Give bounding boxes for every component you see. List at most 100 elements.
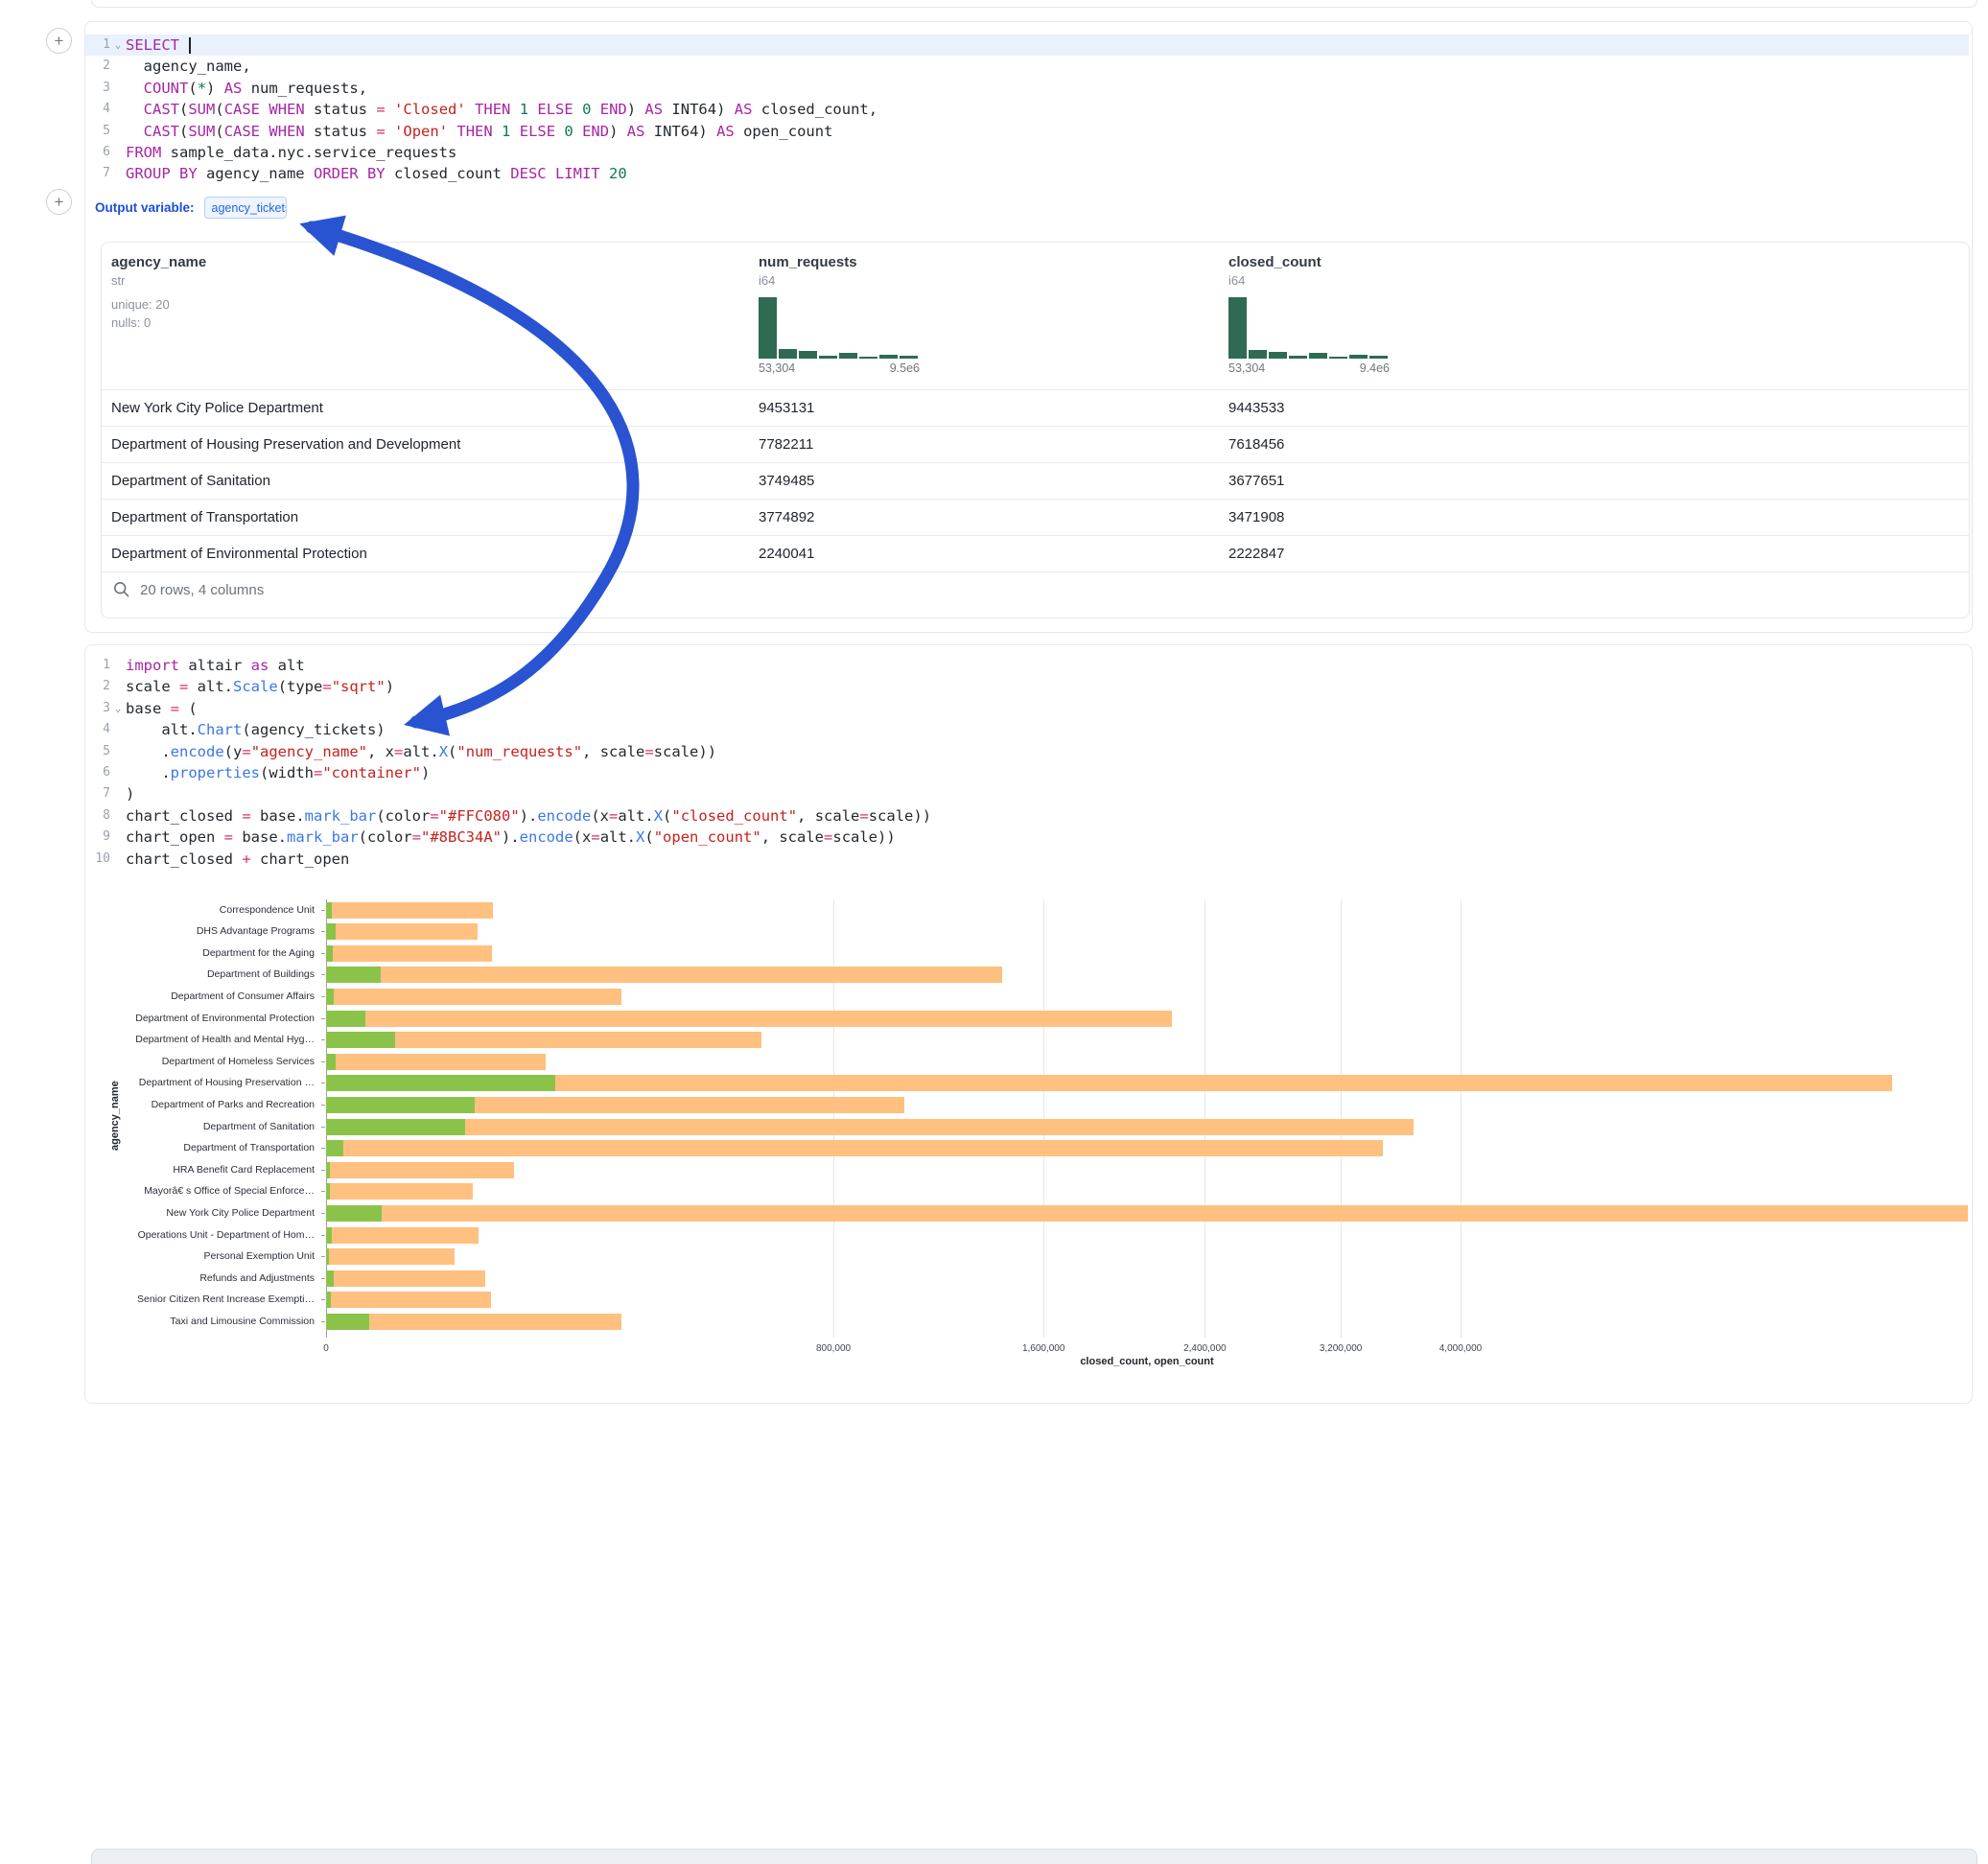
- bar-closed-count: [326, 1205, 1968, 1222]
- table-row[interactable]: Department of Sanitation37494853677651: [102, 462, 1969, 499]
- table-row[interactable]: Department of Environmental Protection22…: [102, 535, 1969, 571]
- code-line[interactable]: 2 agency_name,: [85, 56, 1969, 77]
- fold-gutter: [110, 783, 126, 804]
- code-line[interactable]: 9chart_open = base.mark_bar(color="#8BC3…: [85, 827, 1969, 848]
- sql-code-editor[interactable]: 1⌄SELECT 2 agency_name,3 COUNT(*) AS num…: [85, 35, 1969, 185]
- output-variable-chip[interactable]: agency_tickets: [204, 197, 287, 219]
- line-number: 3: [85, 698, 110, 719]
- line-number: 4: [85, 719, 110, 740]
- histogram-bar: [1369, 356, 1388, 359]
- histogram-bar: [1309, 353, 1327, 359]
- column-name: num_requests: [759, 254, 922, 270]
- bar-open-count: [326, 1270, 334, 1287]
- y-tick: [321, 1213, 325, 1214]
- fold-gutter: [110, 762, 126, 783]
- code-line[interactable]: 8chart_closed = base.mark_bar(color="#FF…: [85, 805, 1969, 827]
- code-line[interactable]: 7): [85, 783, 1969, 804]
- line-number: 6: [85, 762, 110, 783]
- code-text: GROUP BY agency_name ORDER BY closed_cou…: [126, 163, 1969, 184]
- add-cell-button-output[interactable]: +: [46, 189, 72, 215]
- table-cell: 2240041: [759, 536, 1123, 571]
- code-line[interactable]: 6 .properties(width="container"): [85, 762, 1969, 783]
- histogram-bar: [859, 357, 877, 359]
- bar-open-count: [326, 1097, 475, 1113]
- line-number: 6: [85, 142, 110, 163]
- table-row[interactable]: New York City Police Department945313194…: [102, 389, 1969, 426]
- category-label: Department of Homeless Services: [96, 1056, 315, 1067]
- category-label: Refunds and Adjustments: [96, 1272, 315, 1284]
- bar-open-count: [326, 923, 336, 940]
- results-table: agency_name str unique: 20 nulls: 0 num_…: [101, 242, 1970, 618]
- bar-open-count: [326, 902, 332, 919]
- histogram-bar: [759, 297, 777, 359]
- notebook-page: + + 1⌄SELECT 2 agency_name,3 COUNT(*) AS…: [0, 0, 1988, 1864]
- category-label: Department of Consumer Affairs: [96, 990, 315, 1002]
- code-line[interactable]: 3 COUNT(*) AS num_requests,: [85, 78, 1969, 99]
- fold-gutter: [110, 121, 126, 142]
- code-line[interactable]: 5 CAST(SUM(CASE WHEN status = 'Open' THE…: [85, 121, 1969, 142]
- code-line[interactable]: 7GROUP BY agency_name ORDER BY closed_co…: [85, 163, 1969, 184]
- next-cell-edge: [91, 1849, 1977, 1864]
- fold-gutter: [110, 849, 126, 870]
- output-variable-label: Output variable:: [95, 200, 195, 215]
- bar-closed-count: [326, 1270, 485, 1287]
- line-number: 5: [85, 121, 110, 142]
- code-line[interactable]: 1import altair as alt: [85, 655, 1969, 676]
- line-number: 10: [85, 849, 110, 870]
- y-tick: [321, 1039, 325, 1040]
- line-number: 4: [85, 99, 110, 120]
- category-label: HRA Benefit Card Replacement: [96, 1164, 315, 1176]
- code-line[interactable]: 4 CAST(SUM(CASE WHEN status = 'Closed' T…: [85, 99, 1969, 120]
- table-row[interactable]: Department of Housing Preservation and D…: [102, 426, 1969, 462]
- fold-chevron-icon[interactable]: ⌄: [110, 35, 126, 56]
- table-body: New York City Police Department945313194…: [102, 389, 1969, 572]
- code-line[interactable]: 1⌄SELECT: [85, 35, 1969, 56]
- y-tick: [321, 1191, 325, 1192]
- line-number: 7: [85, 783, 110, 804]
- histogram-bar: [799, 351, 817, 359]
- search-icon[interactable]: [113, 581, 130, 598]
- line-number: 8: [85, 805, 110, 827]
- bar-closed-count: [326, 1292, 491, 1308]
- fold-chevron-icon[interactable]: ⌄: [110, 698, 126, 719]
- fold-gutter: [110, 676, 126, 697]
- fold-gutter: [110, 741, 126, 762]
- y-tick: [321, 1278, 325, 1279]
- fold-gutter: [110, 142, 126, 163]
- histogram-bar: [1249, 350, 1267, 359]
- histogram-bar: [1329, 357, 1347, 359]
- y-tick: [321, 1148, 325, 1149]
- bar-closed-count: [326, 1183, 473, 1200]
- histogram-max-label: 9.4e6: [1360, 361, 1390, 375]
- x-axis-title: closed_count, open_count: [326, 1356, 1968, 1367]
- column-header-num-requests[interactable]: num_requests i64 53,304 9.5e6: [759, 254, 922, 375]
- code-line[interactable]: 4 alt.Chart(agency_tickets): [85, 719, 1969, 740]
- code-line[interactable]: 3⌄base = (: [85, 698, 1969, 719]
- table-cell: 3471908: [1228, 500, 1593, 535]
- fold-gutter: [110, 163, 126, 184]
- bar-open-count: [326, 1248, 329, 1265]
- table-cell: 3677651: [1228, 463, 1593, 499]
- category-label: Department of Housing Preservation …: [96, 1077, 315, 1088]
- add-cell-button-top[interactable]: +: [46, 28, 72, 54]
- bar-open-count: [326, 1292, 331, 1308]
- fold-gutter: [110, 78, 126, 99]
- code-line[interactable]: 5 .encode(y="agency_name", x=alt.X("num_…: [85, 741, 1969, 762]
- category-label: Department of Transportation: [96, 1142, 315, 1153]
- code-text: agency_name,: [126, 56, 1969, 77]
- bar-closed-count: [326, 923, 478, 940]
- y-tick: [321, 1105, 325, 1106]
- code-line[interactable]: 6FROM sample_data.nyc.service_requests: [85, 142, 1969, 163]
- code-line[interactable]: 2scale = alt.Scale(type="sqrt"): [85, 676, 1969, 697]
- bar-closed-count: [326, 1227, 479, 1244]
- histogram-bar: [819, 356, 837, 359]
- bar-open-count: [326, 1183, 330, 1200]
- bar-open-count: [326, 1075, 555, 1091]
- category-label: Correspondence Unit: [96, 904, 315, 916]
- column-unique-count: unique: 20: [111, 297, 206, 312]
- table-row[interactable]: Department of Transportation377489234719…: [102, 499, 1969, 535]
- python-code-editor[interactable]: 1import altair as alt2scale = alt.Scale(…: [85, 655, 1969, 870]
- column-header-closed-count[interactable]: closed_count i64 53,304 9.4e6: [1228, 254, 1392, 375]
- code-line[interactable]: 10chart_closed + chart_open: [85, 849, 1969, 870]
- column-header-agency-name[interactable]: agency_name str unique: 20 nulls: 0: [111, 254, 206, 330]
